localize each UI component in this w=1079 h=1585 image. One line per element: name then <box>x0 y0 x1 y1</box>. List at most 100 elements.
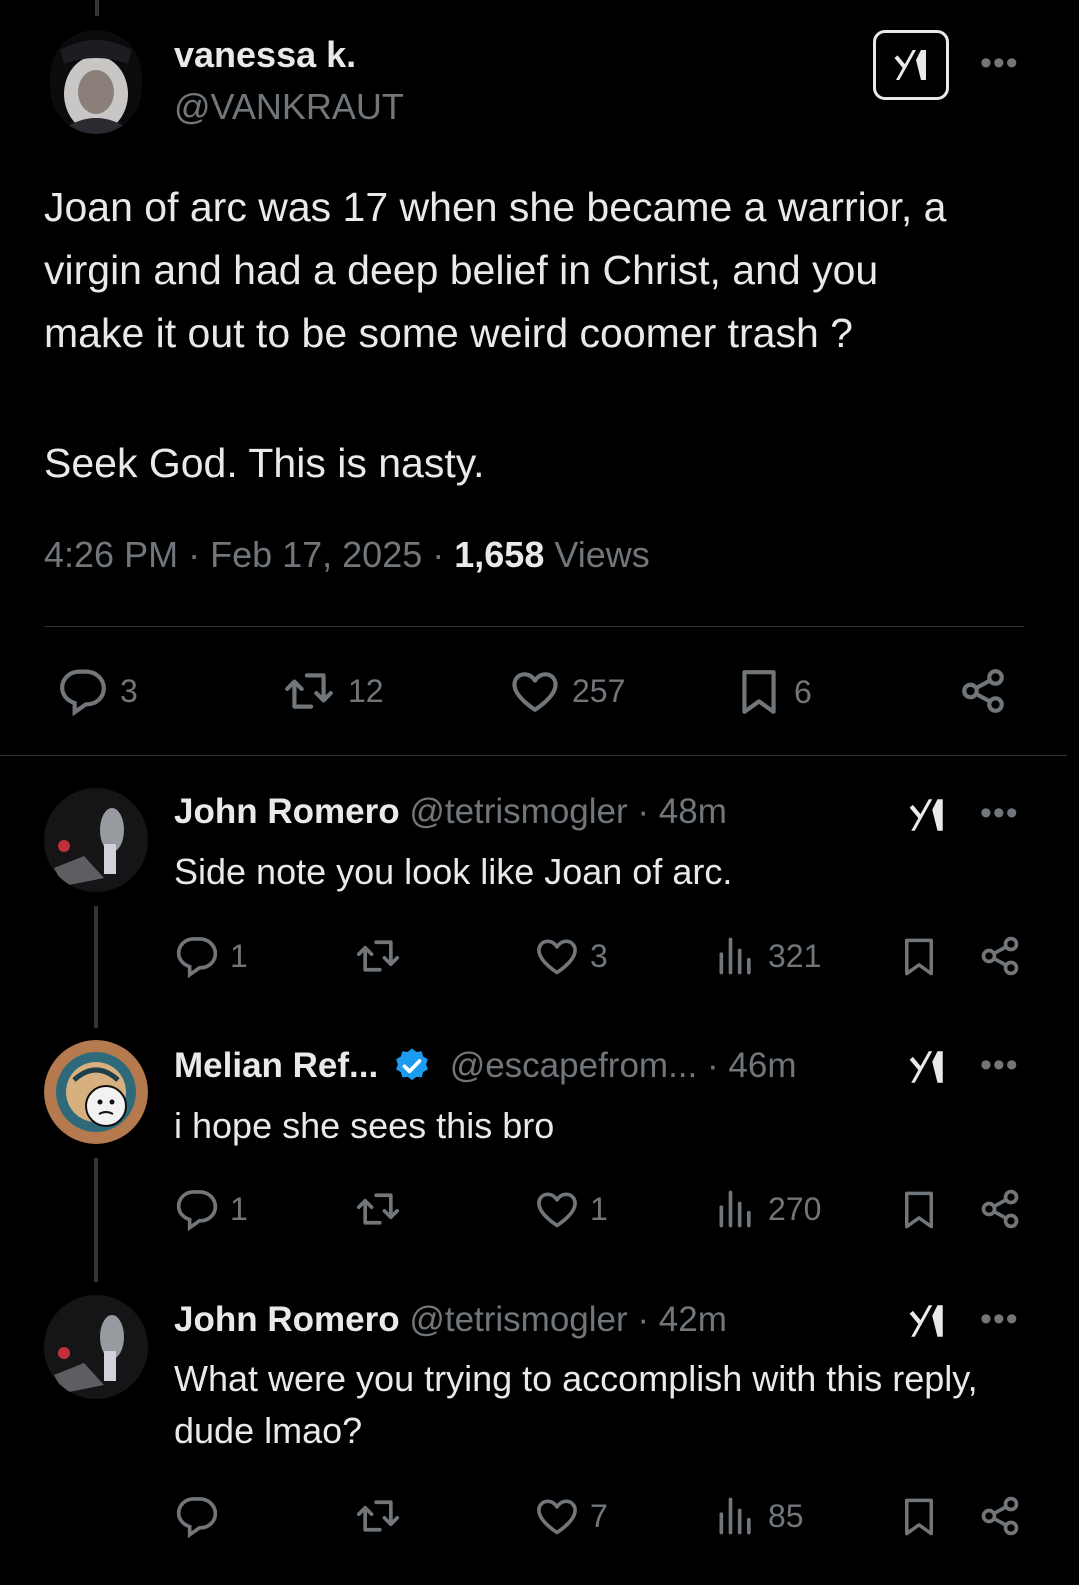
verified-badge-icon <box>396 1048 428 1081</box>
repost-button[interactable] <box>354 934 412 978</box>
reply-author-name[interactable]: John Romero <box>174 1300 400 1339</box>
tweet-line: Seek God. This is nasty. <box>44 440 485 486</box>
reply-button[interactable] <box>174 1494 230 1538</box>
repost-button[interactable]: 12 <box>280 666 384 716</box>
bookmark-button[interactable] <box>898 1187 950 1233</box>
tweet-line: virgin and had a deep belief in Christ, … <box>44 247 879 293</box>
thread-line <box>94 1158 98 1282</box>
reply-header: Melian Ref... @escapefrom... · 46m <box>174 1046 797 1085</box>
more-icon[interactable]: ••• <box>980 1300 1019 1339</box>
like-icon <box>508 666 562 716</box>
reply-icon <box>56 666 110 716</box>
author-name[interactable]: vanessa k. <box>174 34 356 76</box>
grok-button[interactable] <box>873 30 949 100</box>
reply-author-handle[interactable]: @escapefrom... <box>450 1046 698 1085</box>
reply-icon <box>174 1494 220 1538</box>
grok-icon[interactable] <box>904 1300 950 1342</box>
reply-text: i hope she sees this bro <box>174 1105 555 1146</box>
repost-count: 12 <box>348 672 384 709</box>
author-handle[interactable]: @VANKRAUT <box>174 86 404 128</box>
bookmark-button[interactable]: 6 <box>734 666 812 718</box>
more-icon[interactable]: ••• <box>980 44 1019 83</box>
share-icon <box>958 666 1008 716</box>
share-button[interactable] <box>978 1494 1032 1538</box>
bookmark-count: 6 <box>794 673 812 710</box>
views-count: 270 <box>768 1190 822 1227</box>
avatar[interactable] <box>44 1295 148 1399</box>
divider <box>0 755 1067 756</box>
like-button[interactable]: 1 <box>534 1187 608 1231</box>
reply-button[interactable]: 1 <box>174 1187 248 1231</box>
reply-text: What were you trying to accomplish with … <box>174 1358 978 1451</box>
share-button[interactable] <box>978 934 1032 978</box>
views-icon <box>714 934 758 978</box>
like-button[interactable]: 257 <box>508 666 625 716</box>
grok-icon <box>889 45 933 85</box>
tweet-time[interactable]: 4:26 PM <box>44 534 178 575</box>
grok-icon[interactable] <box>904 794 950 836</box>
views-button[interactable]: 85 <box>714 1494 804 1538</box>
reply-header: John Romero @tetrismogler · 48m <box>174 792 727 831</box>
reply-time[interactable]: 42m <box>659 1300 727 1339</box>
like-count: 7 <box>590 1497 608 1534</box>
views-count: 1,658 <box>454 534 545 575</box>
bookmark-icon <box>898 1494 940 1540</box>
reply-count: 3 <box>120 672 138 709</box>
repost-icon <box>354 934 402 978</box>
like-count: 257 <box>572 672 626 709</box>
avatar[interactable] <box>44 1040 148 1144</box>
like-icon <box>534 934 580 978</box>
reply-button[interactable]: 1 <box>174 934 248 978</box>
reply-count: 1 <box>230 1190 248 1227</box>
share-icon <box>978 1187 1022 1231</box>
bookmark-button[interactable] <box>898 934 950 980</box>
bookmark-icon <box>898 934 940 980</box>
share-button[interactable] <box>978 1187 1032 1231</box>
bookmark-icon <box>734 666 784 718</box>
reply-author-name[interactable]: Melian Ref... <box>174 1046 378 1085</box>
views-count: 321 <box>768 937 822 974</box>
tweet-meta: 4:26 PM · Feb 17, 2025 · 1,658 Views <box>44 534 650 575</box>
like-count: 3 <box>590 937 608 974</box>
like-count: 1 <box>590 1190 608 1227</box>
reply-header: John Romero @tetrismogler · 42m <box>174 1300 727 1339</box>
repost-button[interactable] <box>354 1494 412 1538</box>
like-icon <box>534 1494 580 1538</box>
like-button[interactable]: 7 <box>534 1494 608 1538</box>
reply-time[interactable]: 48m <box>659 792 727 831</box>
grok-icon[interactable] <box>904 1046 950 1088</box>
bookmark-button[interactable] <box>898 1494 950 1540</box>
share-button[interactable] <box>958 666 1018 716</box>
reply-author-handle[interactable]: @tetrismogler <box>409 792 627 831</box>
share-icon <box>978 1494 1022 1538</box>
thread-line <box>95 0 99 16</box>
reply-icon <box>174 934 220 978</box>
views-button[interactable]: 321 <box>714 934 821 978</box>
reply-author-name[interactable]: John Romero <box>174 792 400 831</box>
repost-icon <box>354 1187 402 1231</box>
thread-line <box>94 906 98 1028</box>
reply-button[interactable]: 3 <box>56 666 138 716</box>
more-icon[interactable]: ••• <box>980 1046 1019 1085</box>
tweet-date[interactable]: Feb 17, 2025 <box>210 534 422 575</box>
views-icon <box>714 1494 758 1538</box>
repost-button[interactable] <box>354 1187 412 1231</box>
tweet-line: make it out to be some weird coomer tras… <box>44 310 853 356</box>
views-label: Views <box>554 534 650 575</box>
reply-time[interactable]: 46m <box>728 1046 796 1085</box>
views-button[interactable]: 270 <box>714 1187 821 1231</box>
repost-icon <box>354 1494 402 1538</box>
reply-icon <box>174 1187 220 1231</box>
like-icon <box>534 1187 580 1231</box>
reply-author-handle[interactable]: @tetrismogler <box>409 1300 627 1339</box>
tweet-line: Joan of arc was 17 when she became a war… <box>44 184 947 230</box>
more-icon[interactable]: ••• <box>980 794 1019 833</box>
share-icon <box>978 934 1022 978</box>
like-button[interactable]: 3 <box>534 934 608 978</box>
reply-count: 1 <box>230 937 248 974</box>
tweet-text: Joan of arc was 17 when she became a war… <box>44 176 1044 495</box>
divider <box>44 626 1024 627</box>
avatar[interactable] <box>50 30 142 134</box>
avatar[interactable] <box>44 788 148 892</box>
